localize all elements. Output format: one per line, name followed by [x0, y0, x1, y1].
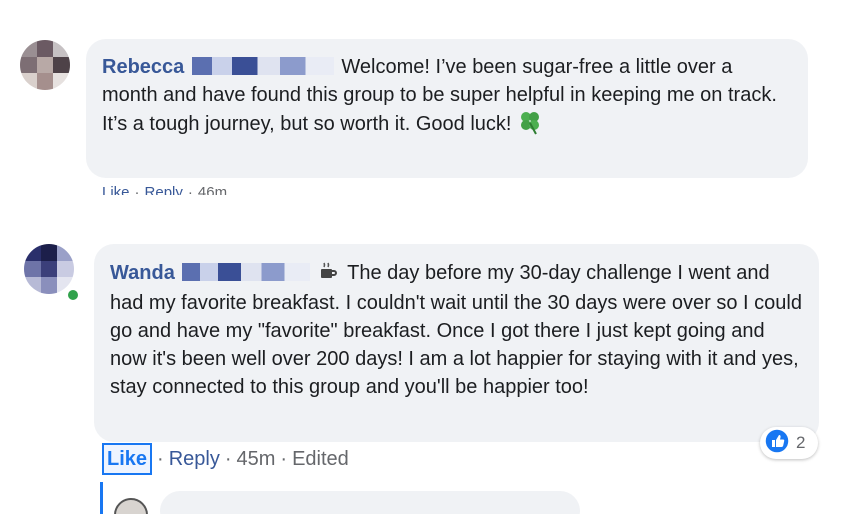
edited-label[interactable]: Edited [292, 445, 349, 473]
reply-thread-line [100, 482, 103, 514]
redacted-surname [182, 263, 311, 281]
reply-bubble [160, 491, 580, 514]
coffee-cup-icon [318, 261, 338, 289]
comment-actions: Like · Reply · 46m [102, 183, 227, 195]
reply-link[interactable]: Reply [169, 445, 220, 473]
separator: · [187, 184, 193, 195]
like-link[interactable]: Like [102, 184, 130, 195]
comment-author[interactable]: Rebecca [102, 56, 184, 78]
like-icon [764, 427, 790, 459]
redacted-surname [191, 57, 334, 75]
online-status-indicator [66, 288, 80, 302]
avatar[interactable] [20, 40, 70, 90]
timestamp[interactable]: 46m [198, 184, 227, 195]
reply-link[interactable]: Reply [145, 184, 183, 195]
separator: · [224, 448, 232, 470]
separator: · [134, 184, 140, 195]
separator: · [280, 448, 288, 470]
comment-bubble: Rebecca Welcome! I’ve been sugar-free a … [86, 39, 808, 178]
comment-text: The day before my 30-day challenge I wen… [110, 262, 802, 398]
timestamp[interactable]: 45m [237, 445, 276, 473]
comment-author[interactable]: Wanda [110, 262, 175, 284]
separator: · [157, 448, 164, 470]
avatar[interactable] [24, 244, 74, 294]
reaction-summary[interactable]: 2 [760, 427, 818, 459]
reaction-count: 2 [796, 433, 806, 452]
avatar[interactable] [114, 498, 148, 514]
four-leaf-clover-icon [517, 109, 543, 143]
comment-bubble: Wanda The day before my 30-day challenge… [94, 244, 819, 442]
comment-actions: Like · Reply · 45m · Edited [102, 443, 349, 475]
like-button[interactable]: Like [102, 443, 153, 475]
